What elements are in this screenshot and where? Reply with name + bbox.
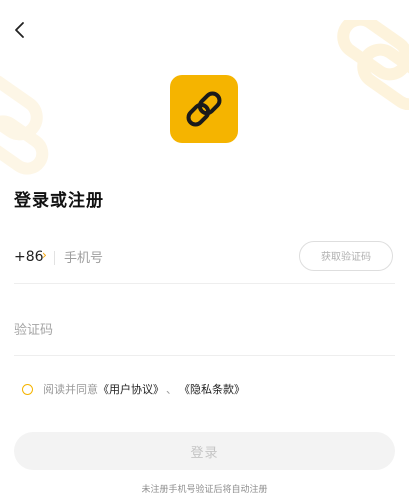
country-code-divider [54,251,55,265]
agreement-separator: 、 [166,383,177,396]
phone-number-input[interactable] [64,246,284,270]
link-icon [186,91,222,127]
phone-row: +86 › 获取验证码 [14,240,395,280]
privacy-policy-link[interactable]: 《隐私条款》 [179,381,245,397]
agreement-prefix: 阅读并同意 [43,383,98,396]
back-button[interactable] [8,18,32,42]
agreement-checkbox[interactable] [22,383,33,395]
login-button[interactable]: 登录 [14,432,395,470]
chain-watermark-icon [0,73,49,175]
user-agreement-link[interactable]: 《用户协议》 [98,381,164,397]
app-logo [170,75,238,143]
login-screen: 登录或注册 +86 › 获取验证码 阅读并同意 《用户协议》 、 《隐私条款》 … [0,0,409,500]
verification-code-input[interactable] [14,318,314,342]
country-code-selector[interactable]: +86 [14,249,44,265]
agreement-row: 阅读并同意 《用户协议》 、 《隐私条款》 [22,380,245,398]
get-verification-code-button[interactable]: 获取验证码 [299,241,393,271]
page-title: 登录或注册 [14,191,104,211]
chain-watermark-icon [337,20,409,110]
divider [14,355,395,356]
divider [14,283,395,284]
chevron-left-icon [15,22,24,38]
auto-register-note: 未注册手机号验证后将自动注册 [141,485,268,495]
chevron-right-icon: › [42,248,47,262]
